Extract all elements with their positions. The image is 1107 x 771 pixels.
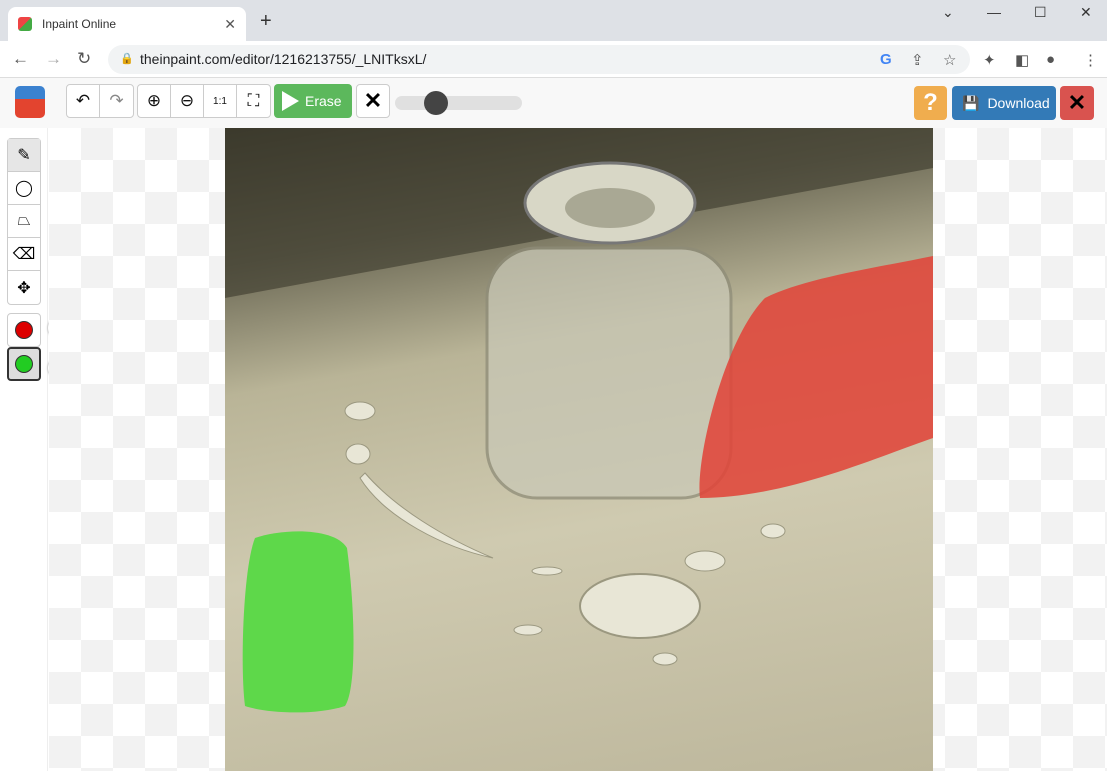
- erase-button[interactable]: Erase: [274, 84, 352, 118]
- new-tab-icon[interactable]: +: [260, 10, 272, 33]
- clear-mask-button[interactable]: ✕: [356, 84, 390, 118]
- water-drop: [531, 566, 563, 576]
- inpaint-logo: [15, 86, 45, 118]
- water-streak: [359, 472, 494, 559]
- reload-icon[interactable]: ↻: [77, 49, 91, 69]
- erase-label: Erase: [305, 93, 342, 109]
- tab-search-icon[interactable]: ⌄: [942, 4, 954, 21]
- minimize-icon[interactable]: —: [987, 4, 1001, 20]
- polygon-lasso-icon: ⏢: [17, 212, 31, 229]
- brush-size-slider[interactable]: [395, 91, 522, 115]
- back-icon[interactable]: ←: [12, 49, 29, 69]
- bookmark-star-icon[interactable]: ☆: [943, 51, 956, 69]
- tab-title: Inpaint Online: [42, 17, 117, 31]
- lock-icon: 🔒: [120, 53, 134, 65]
- eraser-icon: ⌫: [12, 246, 36, 263]
- forward-icon[interactable]: →: [45, 49, 62, 69]
- redo-button[interactable]: ↷: [100, 85, 133, 117]
- water-drop: [760, 523, 786, 539]
- red-dot-icon: [15, 321, 33, 339]
- tool-group: ✎ ◯ ⏢ ⌫ ✥: [7, 138, 41, 305]
- zoom-in-button[interactable]: ⊕: [138, 85, 171, 117]
- history-group: ↶ ↷: [66, 84, 134, 118]
- play-icon: [282, 91, 299, 111]
- water-drop: [579, 573, 701, 639]
- window-close-icon[interactable]: ✕: [1080, 4, 1092, 21]
- menu-icon[interactable]: ⋮: [1083, 51, 1098, 69]
- download-button[interactable]: 💾 Download: [952, 86, 1056, 120]
- green-dot-icon: [15, 355, 33, 373]
- glass-jar-body: [485, 246, 733, 500]
- lasso-icon: ◯: [15, 180, 33, 197]
- move-icon: ✥: [17, 279, 31, 297]
- water-drop: [513, 624, 543, 636]
- zoom-fit-button[interactable]: ⛶: [237, 85, 270, 117]
- photo-drawing: [225, 128, 933, 713]
- maximize-icon[interactable]: ☐: [1034, 4, 1047, 21]
- download-label: Download: [987, 95, 1050, 111]
- water-drop: [344, 401, 376, 421]
- zoom-group: ⊕ ⊖ 1:1 ⛶: [137, 84, 271, 118]
- green-mask-stroke: [242, 531, 354, 713]
- help-button[interactable]: ?: [914, 86, 947, 120]
- red-mask-stroke: [699, 256, 933, 498]
- favicon-icon: [18, 17, 32, 31]
- canvas-area[interactable]: [49, 128, 1107, 771]
- water-drop: [652, 652, 678, 666]
- browser-tabbar: Inpaint Online ✕ + ⌄ — ☐ ✕: [0, 0, 1107, 41]
- slider-knob[interactable]: [423, 91, 448, 115]
- polygon-lasso-tool-button[interactable]: ⏢: [8, 205, 40, 238]
- zoom-actual-size-button[interactable]: 1:1: [204, 85, 237, 117]
- extensions-icon[interactable]: ✦: [983, 51, 996, 69]
- address-bar: ← → ↻ 🔒 theinpaint.com/editor/1216213755…: [0, 41, 1107, 78]
- red-mask-color-button[interactable]: [7, 313, 41, 347]
- editor-toolbar: ↶ ↷ ⊕ ⊖ 1:1 ⛶ Erase ✕ ? 💾 Download ✕: [0, 78, 1107, 128]
- lasso-tool-button[interactable]: ◯: [8, 172, 40, 205]
- water-drop: [684, 550, 726, 572]
- eraser-tool-button[interactable]: ⌫: [8, 238, 40, 271]
- green-mask-color-button[interactable]: [7, 347, 41, 381]
- google-icon[interactable]: G: [880, 51, 892, 68]
- zoom-out-button[interactable]: ⊖: [171, 85, 204, 117]
- url-field[interactable]: 🔒 theinpaint.com/editor/1216213755/_LNIT…: [108, 45, 970, 74]
- tool-sidebar: ✎ ◯ ⏢ ⌫ ✥ 2 1: [0, 128, 68, 771]
- undo-button[interactable]: ↶: [67, 85, 100, 117]
- close-tab-icon[interactable]: ✕: [224, 16, 236, 33]
- url-text: theinpaint.com/editor/1216213755/_LNITks…: [140, 51, 427, 67]
- share-icon[interactable]: ⇪: [911, 51, 924, 69]
- water-drop: [345, 443, 371, 465]
- glass-jar-opening: [565, 188, 655, 228]
- move-tool-button[interactable]: ✥: [8, 271, 40, 304]
- browser-tab[interactable]: Inpaint Online ✕: [8, 7, 246, 41]
- profile-icon[interactable]: ●: [1046, 51, 1055, 68]
- side-panel-icon[interactable]: ◧: [1015, 51, 1029, 69]
- photo-canvas[interactable]: [225, 128, 933, 771]
- marker-icon: ✎: [17, 147, 31, 164]
- marker-tool-button[interactable]: ✎: [8, 139, 40, 172]
- close-editor-button[interactable]: ✕: [1060, 86, 1094, 120]
- save-icon: 💾: [962, 94, 980, 111]
